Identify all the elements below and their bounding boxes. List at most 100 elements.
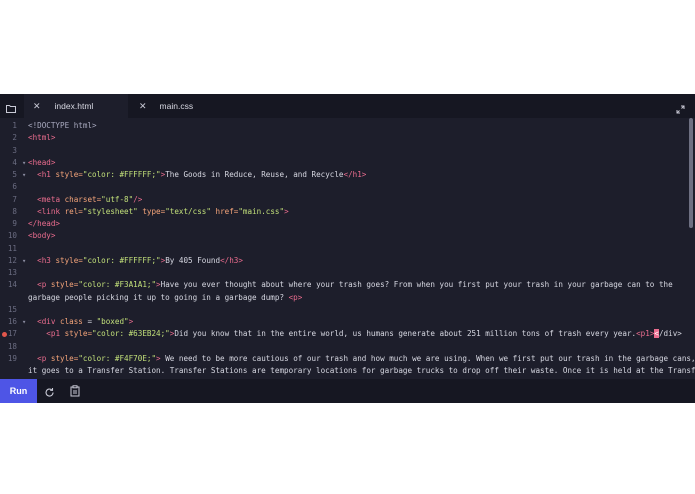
- code-text: garbage people picking it up to going in…: [28, 292, 302, 304]
- line-number: 17: [7, 329, 17, 339]
- code-token: Have you ever thought about where your t…: [160, 280, 673, 290]
- line-number: 13: [7, 268, 17, 277]
- code-token: <h1: [37, 170, 56, 179]
- refresh-icon[interactable]: [44, 385, 55, 403]
- tab-index-html[interactable]: ✕ index.html: [24, 94, 128, 118]
- code-token: <p: [37, 353, 51, 363]
- code-text: <link rel="stylesheet" type="text/css" h…: [28, 206, 289, 218]
- line-number: 15: [7, 304, 17, 314]
- code-token: <head>: [28, 157, 56, 167]
- tab-bar: ✕ index.html ✕ main.css: [0, 94, 695, 118]
- code-token: rel=: [64, 206, 83, 216]
- fold-arrow-icon[interactable]: ▾: [22, 255, 26, 267]
- code-token: >: [284, 206, 289, 216]
- code-token: <p>: [288, 292, 303, 302]
- code-text: </head>: [28, 218, 60, 230]
- code-token: </h1>: [343, 170, 367, 179]
- line-number: 5: [12, 170, 17, 179]
- code-token: </h3>: [220, 255, 243, 265]
- code-token: "main.css": [238, 206, 285, 216]
- code-token: style=: [50, 280, 79, 290]
- expand-icon[interactable]: [676, 101, 685, 119]
- code-text: <p1 style="color: #63EB24;">Did you know…: [28, 328, 682, 340]
- line-number: 14: [7, 280, 17, 290]
- code-token: />: [133, 194, 143, 204]
- code-token: type=: [142, 206, 166, 216]
- code-token: "color: #F4F70E;": [78, 353, 157, 363]
- code-text: <h3 style="color: #FFFFFF;">By 405 Found…: [28, 255, 243, 267]
- code-token: "color: #FFFFFF;": [82, 255, 161, 265]
- close-icon[interactable]: ✕: [139, 101, 147, 112]
- code-token: "color: #FFFFFF;": [82, 170, 161, 179]
- line-number: 6: [12, 182, 17, 192]
- tab-label: main.css: [159, 101, 194, 111]
- code-token: style=: [55, 170, 83, 179]
- line-number: 10: [7, 231, 17, 241]
- code-token: style=: [64, 329, 93, 339]
- code-token: it goes to a Transfer Station. Transfer …: [28, 366, 695, 375]
- tab-label: index.html: [54, 101, 94, 111]
- code-token: "color: #F3A1A1;": [78, 280, 157, 290]
- code-text: <h1 style="color: #FFFFFF;">The Goods in…: [28, 169, 366, 181]
- line-number: 3: [12, 145, 17, 155]
- bottom-toolbar: Run: [0, 379, 695, 403]
- line-number: 11: [7, 243, 17, 253]
- code-token: "text/css": [165, 206, 211, 216]
- vertical-scrollbar[interactable]: [689, 118, 693, 228]
- code-token: "utf-8": [101, 194, 134, 204]
- line-number: 8: [12, 206, 17, 216]
- code-token: href=: [215, 206, 239, 216]
- code-token: <html>: [28, 133, 56, 143]
- line-number: 1: [12, 121, 17, 130]
- code-token: By 405 Found: [165, 255, 221, 265]
- code-token: style=: [55, 255, 83, 265]
- line-number: 4: [12, 157, 17, 167]
- code-token: =: [82, 317, 97, 326]
- code-token: <!DOCTYPE html>: [28, 121, 97, 130]
- code-token: style=: [50, 353, 79, 363]
- code-token: <p: [37, 280, 51, 290]
- close-icon[interactable]: ✕: [33, 101, 41, 112]
- code-editor: ✕ index.html ✕ main.css 1 <!DOCTYPE html>…: [0, 94, 695, 403]
- line-number: 19: [7, 353, 17, 363]
- code-token: <p1>: [636, 329, 655, 339]
- code-area[interactable]: 1 <!DOCTYPE html> 2 <html> 3 4 ▾ <head> 5 ▾ <h1 s…: [0, 118, 695, 379]
- code-token: We need to be more cautious of our trash…: [160, 353, 695, 363]
- line-number: 9: [12, 219, 17, 228]
- clipboard-icon[interactable]: [70, 384, 80, 402]
- folder-icon[interactable]: [6, 100, 16, 118]
- code-token: "color: #63EB24;": [92, 329, 170, 339]
- fold-arrow-icon[interactable]: ▾: [22, 169, 26, 181]
- run-button[interactable]: Run: [0, 379, 37, 403]
- code-token: charset=: [64, 194, 102, 204]
- code-token: >: [128, 317, 134, 326]
- tab-main-css[interactable]: ✕ main.css: [128, 94, 232, 118]
- code-token: <h3: [37, 255, 56, 265]
- line-number: 18: [7, 341, 17, 351]
- code-text: <div class = "boxed">: [28, 316, 133, 328]
- line-number: 2: [12, 133, 17, 143]
- code-token: <body>: [28, 231, 56, 241]
- code-token: Did you know that in the entire world, u…: [174, 329, 637, 339]
- code-text: <head>: [28, 157, 55, 169]
- code-token: class: [60, 317, 83, 326]
- line-number: 16: [7, 317, 17, 326]
- line-number: 7: [12, 194, 17, 204]
- code-text: <body>: [28, 230, 55, 242]
- fold-arrow-icon[interactable]: ▾: [22, 157, 26, 169]
- line-number: 12: [7, 255, 17, 265]
- code-text: <!DOCTYPE html>: [28, 120, 97, 132]
- code-token: <div: [37, 317, 61, 326]
- code-token: garbage people picking it up to going in…: [28, 292, 289, 302]
- code-token: The Goods in Reduce, Reuse, and Recycle: [165, 170, 344, 179]
- fold-arrow-icon[interactable]: ▾: [22, 316, 26, 328]
- code-text: <p style="color: #F3A1A1;">Have you ever…: [28, 279, 673, 291]
- code-text: <p style="color: #F4F70E;"> We need to b…: [28, 353, 695, 365]
